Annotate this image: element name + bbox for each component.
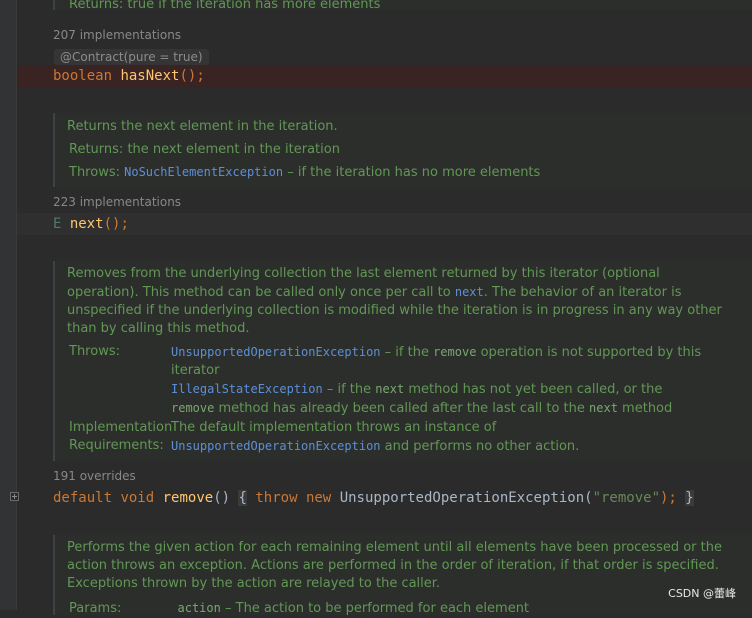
throws1-b: operation is not supported by this — [476, 345, 702, 360]
foreach-doc-summary: Performs the given action for each remai… — [67, 539, 747, 593]
nosuchelement-link[interactable]: NoSuchElementException — [124, 165, 283, 179]
params-action-ref: action — [177, 601, 221, 615]
remove-doc-line-1: Removes from the underlying collection t… — [67, 266, 660, 281]
params-label: Params: — [69, 601, 122, 616]
remove-parens: () — [213, 490, 231, 506]
arg-open-paren: ( — [584, 490, 593, 506]
impl-req-value: The default implementation throws an ins… — [171, 419, 691, 456]
next-doc-summary: Returns the next element in the iteratio… — [67, 119, 338, 134]
foreach-doc-line-1: Performs the given action for each remai… — [67, 540, 722, 555]
hasnext-code-line[interactable]: boolean hasNext(); — [17, 65, 752, 87]
contract-annotation: @Contract(pure = true) — [54, 49, 209, 65]
impl-value-2: and performs no other action. — [380, 439, 580, 454]
throws2-b: method has not yet been called, or the — [404, 382, 663, 397]
next-code-line[interactable]: E next(); — [17, 213, 752, 235]
throws1-c: iterator — [171, 363, 220, 378]
next-doc-throws: Throws: NoSuchElementException – if the … — [69, 163, 540, 182]
remove-doc-summary: Removes from the underlying collection t… — [67, 265, 747, 338]
editor-gutter — [0, 0, 17, 610]
type-param-e: E — [53, 216, 62, 232]
throws2-next-ref: next — [375, 382, 405, 396]
throws2-c: method has already been called after the… — [214, 401, 590, 416]
next-doc-block: Returns the next element in the iteratio… — [53, 113, 752, 187]
throws-label: Throws: — [69, 165, 120, 180]
remove-doc-block: Removes from the underlying collection t… — [53, 261, 752, 461]
open-brace: { — [238, 490, 247, 506]
hasnext-doc-block: Returns: true if the iteration has more … — [53, 0, 752, 12]
remove-doc-line-2a: operation). This method can be called on… — [67, 285, 455, 300]
next-code-ref[interactable]: next — [455, 285, 484, 299]
remove-doc-line-2: operation). This method can be called on… — [67, 283, 747, 302]
foreach-doc-block: Performs the given action for each remai… — [53, 535, 752, 618]
impl-label-1: Implementation — [69, 420, 173, 435]
next-method-name[interactable]: next — [70, 216, 104, 232]
hasnext-doc-returns: Returns: true if the iteration has more … — [69, 0, 381, 12]
impl-req-label: Implementation Requirements: — [69, 419, 172, 455]
params-desc: – The action to be performed for each el… — [220, 601, 530, 616]
hasnext-parens: (); — [179, 68, 205, 84]
remove-doc-line-4: than by calling this method. — [67, 321, 250, 336]
impl-value-1: The default implementation throws an ins… — [171, 420, 497, 435]
remove-string-literal: "remove" — [592, 490, 660, 506]
impl-unsupported-link[interactable]: UnsupportedOperationException — [171, 439, 381, 453]
returns-value: the next element in the iteration — [127, 142, 340, 157]
throws1-a: – if the — [380, 345, 434, 360]
default-keyword: default — [53, 490, 113, 506]
boolean-keyword: boolean — [53, 68, 113, 84]
hasnext-implementations-hint[interactable]: 207 implementations — [53, 28, 181, 42]
unsupported-op-class[interactable]: UnsupportedOperationException — [340, 490, 584, 506]
remove-throws-list: UnsupportedOperationException – if the r… — [171, 343, 701, 418]
throws1-remove-ref: remove — [433, 345, 477, 359]
void-keyword: void — [120, 490, 155, 506]
remove-method-name[interactable]: remove — [163, 490, 214, 506]
remove-throws-label: Throws: — [69, 344, 120, 359]
throw-keyword: throw — [255, 490, 298, 506]
close-brace: } — [685, 490, 694, 506]
remove-code-line[interactable]: default void remove() { throw new Unsupp… — [17, 487, 752, 509]
foreach-doc-line-3: Exceptions thrown by the action are rela… — [67, 576, 441, 591]
arg-close: ); — [660, 490, 677, 506]
remove-doc-line-3: unspecified if the underlying collection… — [67, 303, 722, 318]
throws2-next-ref-2: next — [589, 401, 618, 415]
throws2-d: method — [617, 401, 673, 416]
remove-overrides-hint[interactable]: 191 overrides — [53, 469, 136, 483]
next-implementations-hint[interactable]: 223 implementations — [53, 195, 181, 209]
returns-label: Returns: — [69, 142, 124, 157]
csdn-watermark: CSDN @蕾峰 — [668, 587, 736, 600]
illegal-state-link[interactable]: IllegalStateException — [171, 382, 323, 396]
hasnext-method-name[interactable]: hasNext — [120, 68, 179, 84]
next-parens: (); — [103, 216, 129, 232]
next-doc-returns: Returns: the next element in the iterati… — [69, 141, 340, 159]
new-keyword: new — [305, 490, 332, 506]
impl-label-2: Requirements: — [69, 438, 164, 453]
remove-doc-line-2b: . The behavior of an iterator is — [483, 285, 682, 300]
foreach-doc-line-2: action throws an exception. Actions are … — [67, 558, 719, 573]
throws2-remove-ref: remove — [171, 401, 215, 415]
throws-desc: – if the iteration has no more elements — [283, 165, 541, 180]
throws2-a: – if the — [322, 382, 376, 397]
unsupported-op-link[interactable]: UnsupportedOperationException — [171, 345, 381, 359]
foreach-params: Params: action – The action to be perfor… — [69, 599, 529, 618]
